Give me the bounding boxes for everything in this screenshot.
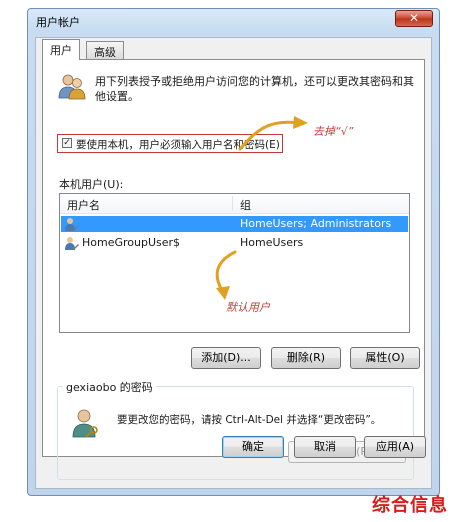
apply-button[interactable]: 应用(A) [364, 436, 426, 458]
close-button[interactable]: ✕ [395, 10, 433, 27]
column-divider[interactable] [232, 196, 233, 211]
password-group-title: gexiaobo 的密码 [63, 379, 156, 395]
title-bar[interactable]: 用户帐户 ✕ [28, 9, 439, 33]
tab-advanced[interactable]: 高级 [86, 41, 124, 59]
uncheck-annotation: 去掉“√” [313, 125, 354, 138]
watermark: 综合信息 [372, 495, 448, 516]
row-group: HomeUsers; Administrators [240, 217, 392, 230]
default-user-annotation: 默认用户 [226, 301, 270, 314]
require-password-checkbox[interactable]: ✓ [62, 138, 72, 148]
row-group: HomeUsers [240, 236, 304, 249]
remove-user-button[interactable]: 删除(R) [271, 347, 341, 369]
user-icon [65, 237, 79, 250]
ok-button[interactable]: 确定 [222, 436, 284, 458]
cancel-button[interactable]: 取消 [294, 436, 356, 458]
users-description: 用下列表授予或拒绝用户访问您的计算机，还可以更改其密码和其他设置。 [95, 75, 414, 103]
password-instructions: 要更改您的密码，请按 Ctrl-Alt-Del 并选择“更改密码”。 [117, 414, 382, 426]
local-users-label: 本机用户(U): [59, 178, 124, 191]
users-icon [58, 74, 86, 100]
properties-button[interactable]: 属性(O) [350, 347, 420, 369]
row-username: HomeGroupUser$ [82, 236, 181, 249]
user-icon [65, 218, 79, 231]
window-title: 用户帐户 [36, 16, 80, 29]
list-header: 用户名 组 [60, 194, 409, 214]
user-accounts-window: 用户帐户 ✕ 用户 高级 用下列表授予或拒绝用户访问您的计算机，还可以更改其密码… [27, 8, 440, 496]
tab-users[interactable]: 用户 [42, 39, 80, 60]
column-group[interactable]: 组 [240, 197, 251, 213]
dialog-body: 用户 高级 用下列表授予或拒绝用户访问您的计算机，还可以更改其密码和其他设置。 … [35, 37, 432, 489]
users-tab-panel: 用下列表授予或拒绝用户访问您的计算机，还可以更改其密码和其他设置。 ✓ 要使用本… [42, 59, 425, 480]
table-row[interactable]: HomeUsers; Administrators [61, 216, 408, 232]
user-key-icon [72, 409, 98, 438]
add-user-button[interactable]: 添加(D)... [191, 347, 261, 369]
column-username[interactable]: 用户名 [67, 197, 100, 213]
password-group [57, 386, 414, 480]
annotation-arrow-icon [238, 116, 308, 151]
annotation-arrow-icon [215, 250, 237, 300]
